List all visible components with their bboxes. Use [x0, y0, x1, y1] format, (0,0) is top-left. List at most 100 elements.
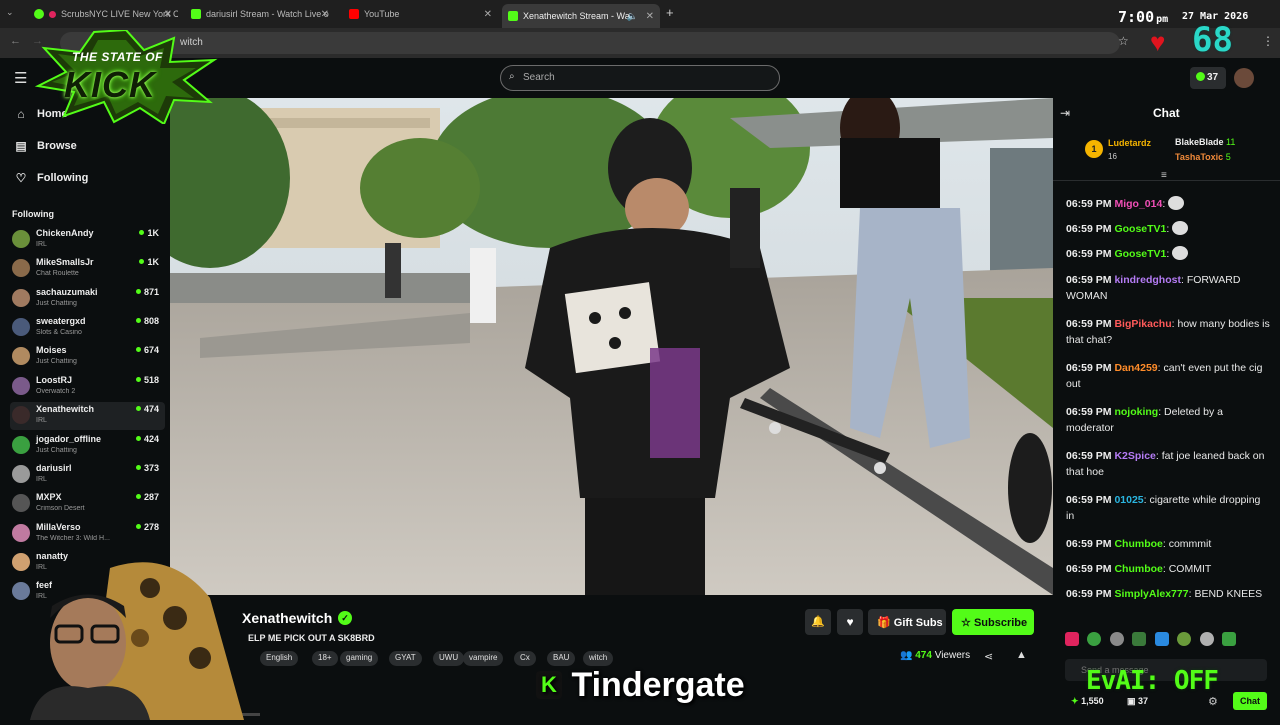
home-icon: ⌂: [17, 107, 25, 121]
emote-icon[interactable]: [1065, 632, 1079, 646]
url-field[interactable]: witch: [60, 32, 1120, 54]
sidebar-channel-item[interactable]: MikeSmallsJr Chat Roulette 1K: [10, 255, 165, 283]
stream-tag[interactable]: witch: [583, 651, 614, 666]
message-username[interactable]: Chumboe: [1114, 538, 1162, 550]
sidebar-item-browse[interactable]: ▤ Browse: [14, 139, 77, 153]
sidebar-channel-item[interactable]: LoostRJ Overwatch 2 518: [10, 373, 165, 401]
channel-viewers: 474: [135, 404, 159, 414]
chat-message: 06:59 PM Chumboe: COMMIT: [1066, 563, 1212, 575]
live-dot-icon: [135, 347, 141, 352]
hamburger-menu-icon[interactable]: ☰: [14, 69, 27, 87]
kick-points[interactable]: ✦ 1,550: [1071, 696, 1104, 707]
streamer-name[interactable]: Xenathewitch: [242, 610, 332, 626]
browse-icon: ▤: [15, 139, 27, 153]
stream-tag[interactable]: GYAT: [389, 651, 422, 666]
sub-count[interactable]: ▣ 37: [1127, 696, 1148, 707]
stream-tag[interactable]: vampire: [463, 651, 504, 666]
subscribe-button[interactable]: ☆ Subscribe: [952, 609, 1034, 635]
divider: [1053, 180, 1280, 181]
live-dot-icon: [139, 230, 145, 235]
kicks-balance-button[interactable]: 37: [1190, 67, 1226, 89]
sidebar-channel-item[interactable]: sweatergxd Slots & Casino 808: [10, 314, 165, 342]
back-icon[interactable]: ←: [10, 35, 21, 47]
stream-tag[interactable]: English: [260, 651, 299, 666]
browser-tab-active[interactable]: Xenathewitch Stream - Wat 🔈 ✕: [502, 4, 660, 28]
emote-icon[interactable]: [1177, 632, 1192, 646]
message-username[interactable]: Dan4259: [1114, 362, 1157, 374]
channel-viewers: 1K: [139, 228, 159, 238]
subscribe-label: Subscribe: [973, 617, 1028, 629]
sidebar-channel-item[interactable]: dariusirl IRL 373: [10, 461, 165, 489]
chat-settings-gear-icon[interactable]: ⚙: [1208, 695, 1218, 708]
channel-viewers-value: 474: [143, 404, 159, 414]
message-username[interactable]: K2Spice: [1114, 450, 1155, 462]
emote-icon[interactable]: [1132, 632, 1147, 646]
emote-icon[interactable]: [1154, 632, 1169, 646]
follow-heart-button[interactable]: ♥: [837, 609, 863, 635]
sidebar-item-label: Browse: [37, 140, 77, 152]
share-icon[interactable]: ⋖: [984, 650, 993, 663]
sidebar-channel-item[interactable]: Xenathewitch IRL 474: [10, 402, 165, 430]
sidebar-channel-item[interactable]: MXPX Crimson Desert 287: [10, 490, 165, 518]
clock-time: 7:00: [1118, 8, 1155, 26]
audio-icon[interactable]: 🔈: [627, 11, 638, 22]
close-tab-icon[interactable]: ✕: [484, 9, 492, 20]
stream-tag[interactable]: Cx: [514, 651, 536, 666]
stream-tag[interactable]: BAU: [547, 651, 576, 666]
leaderboard-second[interactable]: BlakeBlade 11: [1175, 137, 1235, 147]
live-dot-icon: [135, 524, 141, 529]
gift-subs-button[interactable]: 🎁 Gift Subs: [868, 609, 946, 635]
close-tab-icon[interactable]: ✕: [646, 11, 654, 22]
chat-message: 06:59 PM nojoking: Deleted by a moderato…: [1066, 406, 1224, 434]
sidebar-channel-item[interactable]: MillaVerso The Witcher 3: Wild H... 278: [10, 520, 165, 548]
stream-tag[interactable]: gaming: [340, 651, 379, 666]
tab-title: Xenathewitch Stream - Wat: [523, 11, 633, 21]
stream-tag[interactable]: 18+: [312, 651, 338, 666]
collapse-chat-icon[interactable]: ⇥: [1060, 106, 1070, 120]
message-username[interactable]: Migo_014: [1114, 198, 1162, 210]
message-username[interactable]: GooseTV1: [1114, 223, 1166, 235]
browser-tab-bar: ⌄ ScrubsNYC LIVE New York C ✕ dariusirl …: [0, 0, 1280, 28]
browser-tab[interactable]: YouTube ✕: [343, 4, 498, 24]
message-username[interactable]: 01025: [1114, 494, 1143, 506]
search-input[interactable]: ⌕ Search: [500, 65, 780, 91]
leaderboard-first-name[interactable]: Ludetardz: [1108, 138, 1151, 148]
sidebar-channel-item[interactable]: sachauzumaki Just Chatting 871: [10, 285, 165, 313]
message-username[interactable]: nojoking: [1114, 406, 1158, 418]
report-icon[interactable]: ▲: [1016, 649, 1027, 661]
emote-icon[interactable]: [1199, 632, 1214, 646]
user-avatar[interactable]: [1234, 68, 1254, 88]
emote-icon[interactable]: [1222, 632, 1237, 646]
stream-tag[interactable]: UWU: [433, 651, 465, 666]
message-username[interactable]: Chumboe: [1114, 563, 1162, 575]
video-player[interactable]: [170, 98, 1053, 595]
leaderboard-third[interactable]: TashaToxic 5: [1175, 152, 1231, 162]
message-username[interactable]: GooseTV1: [1114, 248, 1166, 260]
new-tab-button[interactable]: +: [666, 5, 674, 20]
chat-send-button[interactable]: Chat: [1233, 692, 1267, 710]
message-username[interactable]: BigPikachu: [1114, 318, 1171, 330]
emote-icon[interactable]: [1087, 632, 1102, 646]
overlay-caption: K Tindergate: [536, 666, 745, 706]
message-username[interactable]: kindredghost: [1114, 274, 1181, 286]
sidebar-channel-item[interactable]: jogador_offline Just Chatting 424: [10, 432, 165, 460]
bookmark-star-icon[interactable]: ☆: [1118, 34, 1129, 48]
browser-tab[interactable]: dariusirl Stream - Watch Live o ✕: [185, 4, 335, 24]
message-text: COMMIT: [1168, 563, 1212, 575]
sidebar-channel-item[interactable]: ChickenAndy IRL 1K: [10, 226, 165, 254]
emote-icon[interactable]: [1109, 632, 1124, 646]
menu-dots-icon[interactable]: ⋮: [1262, 34, 1274, 48]
browser-tab[interactable]: ScrubsNYC LIVE New York C ✕: [28, 4, 178, 24]
notification-bell-button[interactable]: 🔔: [805, 609, 831, 635]
message-username[interactable]: SimplyAlex777: [1114, 588, 1188, 600]
channel-name: MillaVerso: [36, 522, 81, 532]
sidebar-channel-item[interactable]: Moises Just Chatting 674: [10, 343, 165, 371]
tab-list-chevron-icon[interactable]: ⌄: [6, 7, 14, 18]
close-tab-icon[interactable]: ✕: [321, 9, 329, 20]
leaderboard-second-name: BlakeBlade: [1175, 137, 1224, 147]
close-tab-icon[interactable]: ✕: [164, 9, 172, 20]
leaderboard-third-name: TashaToxic: [1175, 152, 1224, 162]
channel-name: jogador_offline: [36, 434, 101, 444]
search-placeholder: Search: [523, 72, 555, 83]
sidebar-item-following[interactable]: ♡ Following: [14, 171, 89, 185]
